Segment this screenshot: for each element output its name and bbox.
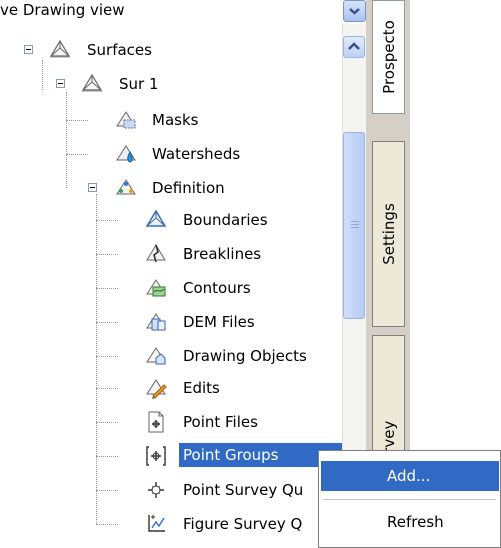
tab-prospector[interactable]: Prospecto — [372, 0, 405, 114]
point-groups-icon — [144, 444, 168, 468]
tree-label: Edits — [183, 379, 220, 397]
breaklines-icon — [144, 242, 168, 266]
point-files-icon — [144, 410, 168, 434]
masks-icon — [114, 108, 138, 132]
tree-node-point-survey-queries[interactable]: Point Survey Qu — [0, 474, 340, 506]
prospector-tree: Surfaces Sur 1 Masks Watersheds Definiti… — [0, 24, 344, 548]
drawing-objects-icon — [144, 344, 168, 368]
collapse-toggle[interactable] — [56, 79, 65, 88]
tree-label: Contours — [183, 279, 251, 297]
tree-node-point-files[interactable]: Point Files — [0, 406, 340, 438]
scroll-thumb[interactable] — [343, 132, 365, 319]
dem-files-icon — [144, 310, 168, 334]
tree-label: Sur 1 — [119, 75, 159, 93]
tree-node-surfaces[interactable]: Surfaces — [0, 34, 340, 66]
tree-label: Drawing Objects — [183, 347, 307, 365]
watersheds-icon — [114, 142, 138, 166]
tree-label: Point Files — [183, 413, 258, 431]
tree-node-definition[interactable]: Definition — [0, 172, 340, 204]
tab-settings[interactable]: Settings — [372, 141, 405, 327]
view-selector-value: ve Drawing view — [0, 1, 125, 19]
tree-node-masks[interactable]: Masks — [0, 104, 340, 136]
tree-label: Masks — [152, 111, 199, 129]
view-selector-dropdown-button[interactable] — [343, 0, 366, 22]
tree-label: Definition — [152, 179, 225, 197]
menu-item-add[interactable]: Add... — [321, 461, 499, 491]
tab-label: Settings — [379, 203, 398, 265]
tree-label: Boundaries — [183, 211, 268, 229]
view-selector[interactable]: ve Drawing view — [0, 0, 366, 25]
definition-icon — [114, 176, 138, 200]
tree-node-watersheds[interactable]: Watersheds — [0, 138, 340, 170]
tree-node-dem-files[interactable]: DEM Files — [0, 306, 340, 338]
tree-label: Breaklines — [183, 245, 262, 263]
tree-label: DEM Files — [183, 313, 255, 331]
tree-node-contours[interactable]: Contours — [0, 272, 340, 304]
tree-label: Figure Survey Q — [183, 515, 303, 533]
chevron-down-icon — [349, 8, 360, 15]
context-menu: Add... Refresh — [318, 450, 501, 548]
collapse-toggle[interactable] — [88, 183, 97, 192]
tab-label: Prospecto — [379, 20, 398, 94]
menu-separator — [323, 499, 496, 500]
surfaces-icon — [48, 38, 72, 62]
tree-node-figure-survey-queries[interactable]: Figure Survey Q — [0, 508, 340, 540]
point-survey-queries-icon — [144, 478, 168, 502]
tree-label: Watersheds — [152, 145, 241, 163]
collapse-toggle[interactable] — [24, 45, 33, 54]
surface-icon — [80, 72, 104, 96]
tree-node-drawing-objects[interactable]: Drawing Objects — [0, 340, 340, 372]
figure-survey-queries-icon — [144, 512, 168, 536]
chevron-up-icon — [348, 42, 360, 50]
edits-icon — [144, 376, 168, 400]
tree-node-breaklines[interactable]: Breaklines — [0, 238, 340, 270]
scroll-up-button[interactable] — [343, 36, 365, 58]
contours-icon — [144, 276, 168, 300]
tree-node-point-groups[interactable]: Point Groups — [0, 440, 344, 472]
tree-node-sur-1[interactable]: Sur 1 — [0, 68, 340, 100]
tree-label: Surfaces — [87, 41, 152, 59]
tree-label: Point Survey Qu — [183, 481, 304, 499]
tree-node-boundaries[interactable]: Boundaries — [0, 204, 340, 236]
menu-item-refresh[interactable]: Refresh — [321, 507, 499, 537]
tree-node-edits[interactable]: Edits — [0, 372, 340, 404]
boundaries-icon — [144, 208, 168, 232]
